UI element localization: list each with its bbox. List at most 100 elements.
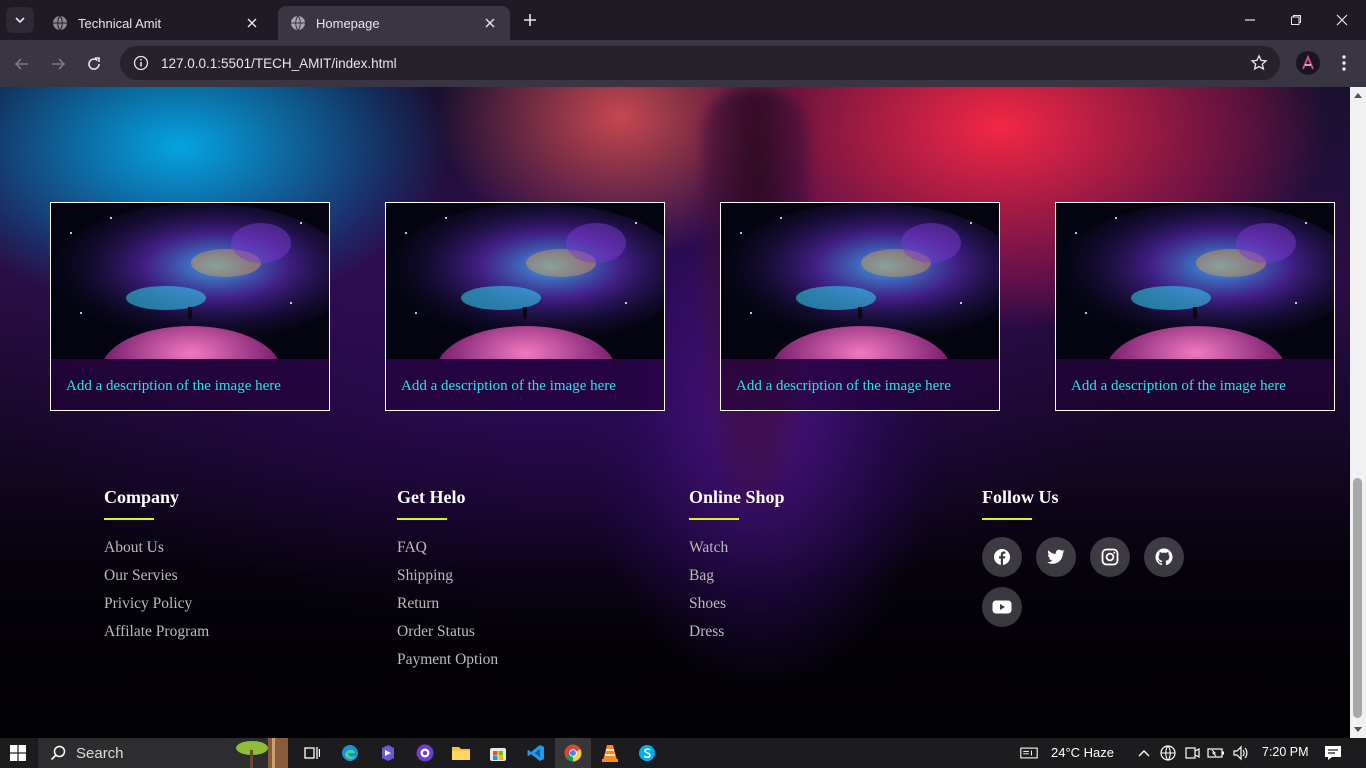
forward-button[interactable] [46,52,70,76]
footer-heading: Online Shop [689,487,785,507]
scroll-up-arrow-icon[interactable] [1350,88,1366,102]
footer-link[interactable]: Our Servies [104,566,209,594]
footer-heading: Get Helo [397,487,466,507]
minimize-button[interactable] [1238,8,1262,32]
heading-underline [982,518,1032,520]
instagram-icon[interactable] [1090,537,1130,577]
weather-icon[interactable] [1020,744,1038,762]
scroll-down-arrow-icon[interactable] [1350,723,1366,737]
scrollbar-thumb[interactable] [1353,478,1362,718]
arrow-left-icon [14,58,28,70]
gallery-card[interactable]: Add a description of the image here [720,202,1000,411]
page-viewport: Add a description of the image here Add … [0,87,1350,738]
heading-underline [397,518,447,520]
browser-tab-bar: Technical Amit Homepage [0,0,1366,40]
restore-button[interactable] [1284,8,1308,32]
battery-icon[interactable] [1207,744,1225,762]
edge-icon[interactable] [341,744,359,762]
file-explorer-icon[interactable] [452,744,470,762]
close-icon[interactable] [244,15,260,31]
copilot-icon[interactable] [379,744,397,762]
globe-icon [291,15,305,31]
network-globe-icon[interactable] [1159,744,1177,762]
close-icon[interactable] [482,15,498,31]
vscode-icon[interactable] [527,744,545,762]
card-image [1056,203,1334,359]
arrow-right-icon [52,58,66,70]
facebook-icon[interactable] [982,537,1022,577]
close-icon [1336,14,1348,26]
notification-center-icon[interactable] [1324,744,1342,762]
chevron-down-icon [15,17,25,24]
vlc-icon[interactable] [601,744,619,762]
taskbar-search-box[interactable]: Search [38,738,288,768]
card-description: Add a description of the image here [736,378,951,394]
footer-column-company: Company About Us Our Servies Privicy Pol… [104,487,209,650]
show-hidden-icons-icon[interactable] [1135,744,1153,762]
footer-link[interactable]: Shipping [397,566,498,594]
globe-icon [53,15,67,31]
info-icon[interactable] [133,55,149,71]
footer-heading: Company [104,487,180,507]
reload-button[interactable] [82,52,106,76]
chrome-icon[interactable] [564,744,582,762]
footer-link[interactable]: Shoes [689,594,785,622]
tab-technical-amit[interactable]: Technical Amit [40,6,272,40]
plus-icon [524,14,536,26]
footer-column-help: Get Helo FAQ Shipping Return Order Statu… [397,487,498,678]
heading-underline [689,518,739,520]
footer-link[interactable]: Bag [689,566,785,594]
window-close-button[interactable] [1330,8,1354,32]
footer-link[interactable]: Return [397,594,498,622]
task-view-icon[interactable] [303,744,321,762]
youtube-icon[interactable] [982,587,1022,627]
profile-avatar[interactable] [1296,51,1320,75]
minimize-icon [1245,19,1255,21]
card-description: Add a description of the image here [66,378,281,394]
tab-title: Technical Amit [78,15,162,31]
footer-column-follow: Follow Us [982,487,1059,520]
footer-link[interactable]: Dress [689,622,785,650]
search-icon [50,745,66,761]
url-text: 127.0.0.1:5501/TECH_AMIT/index.html [161,55,397,71]
windows-start-icon[interactable] [10,745,26,761]
gallery-card[interactable]: Add a description of the image here [385,202,665,411]
tab-title: Homepage [316,15,380,31]
card-image [721,203,999,359]
tab-search-button[interactable] [6,7,34,33]
github-icon[interactable] [1144,537,1184,577]
footer-link[interactable]: Watch [689,538,785,566]
restore-icon [1291,15,1301,25]
profile-logo-icon [1302,55,1314,70]
github-desktop-icon[interactable] [416,744,434,762]
twitter-icon[interactable] [1036,537,1076,577]
clock-time[interactable]: 7:20 PM [1262,745,1309,759]
card-image [51,203,329,359]
browser-toolbar: 127.0.0.1:5501/TECH_AMIT/index.html [0,40,1366,87]
bookmark-star-icon[interactable] [1250,54,1268,72]
footer-link[interactable]: Order Status [397,622,498,650]
back-button[interactable] [10,52,34,76]
microsoft-store-icon[interactable] [489,744,507,762]
new-tab-button[interactable] [520,10,540,30]
search-highlight-tree-icon [236,738,288,768]
skype-icon[interactable] [638,744,656,762]
tab-homepage[interactable]: Homepage [278,6,510,40]
footer-link[interactable]: Payment Option [397,650,498,678]
reload-icon [88,57,100,70]
footer-link[interactable]: About Us [104,538,209,566]
footer-link[interactable]: FAQ [397,538,498,566]
heading-underline [104,518,154,520]
footer-link[interactable]: Privicy Policy [104,594,209,622]
search-label: Search [76,744,124,762]
footer-link[interactable]: Affilate Program [104,622,209,650]
more-vertical-icon [1342,55,1346,71]
volume-icon[interactable] [1231,744,1249,762]
gallery-card[interactable]: Add a description of the image here [50,202,330,411]
meet-now-icon[interactable] [1183,744,1201,762]
address-bar[interactable]: 127.0.0.1:5501/TECH_AMIT/index.html [120,46,1280,80]
weather-text[interactable]: 24°C Haze [1051,745,1114,760]
gallery-card[interactable]: Add a description of the image here [1055,202,1335,411]
footer-heading: Follow Us [982,487,1059,507]
browser-menu-button[interactable] [1334,51,1354,75]
